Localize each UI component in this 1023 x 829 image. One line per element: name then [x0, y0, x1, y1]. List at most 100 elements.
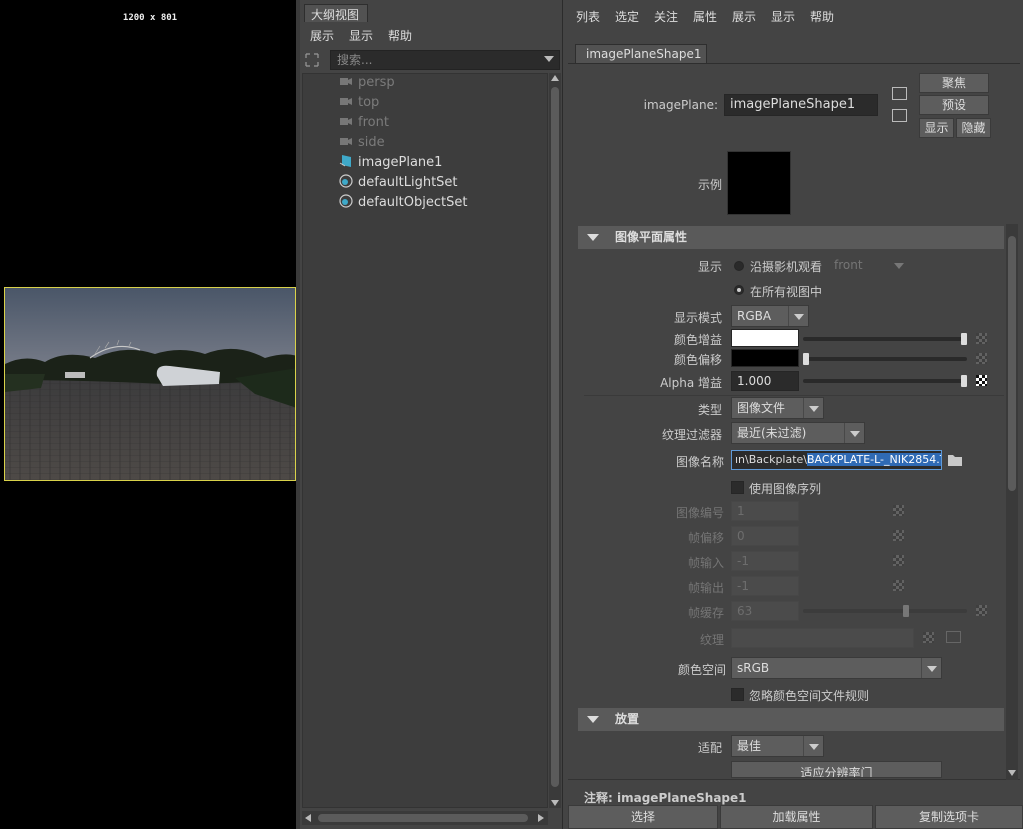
scroll-left-icon[interactable]: [305, 814, 311, 822]
camera-icon: [340, 118, 352, 125]
attribute-editor-vertical-scrollbar[interactable]: [1006, 224, 1018, 780]
alpha-gain-label: Alpha 增益: [660, 376, 722, 390]
node-name-field[interactable]: imagePlaneShape1: [724, 94, 878, 116]
filter-icon[interactable]: [304, 52, 320, 68]
outliner-item-label: front: [358, 115, 389, 130]
copy-tab-button[interactable]: 复制选项卡: [875, 805, 1023, 829]
search-dropdown-icon[interactable]: [544, 56, 554, 62]
type-dropdown[interactable]: 图像文件: [731, 397, 824, 419]
ae-menu-display[interactable]: 展示: [732, 8, 756, 25]
image-name-label: 图像名称: [675, 455, 724, 469]
tab-outliner[interactable]: 大纲视图: [304, 4, 368, 22]
outliner-horizontal-scrollbar[interactable]: [302, 811, 548, 825]
attribute-editor-scroll-thumb[interactable]: [1008, 236, 1016, 491]
slider-handle[interactable]: [803, 353, 809, 365]
ae-menu-selected[interactable]: 选定: [615, 8, 639, 25]
display-mode-dropdown[interactable]: RGBA: [731, 305, 809, 327]
image-plane-icon: [339, 155, 351, 167]
outliner-list[interactable]: persp top front side imagePlane1 default…: [302, 73, 548, 808]
ae-menu-focus[interactable]: 关注: [654, 8, 678, 25]
outliner-menu-display[interactable]: 展示: [310, 27, 334, 44]
color-offset-slider[interactable]: [803, 353, 967, 365]
outliner-menu-show[interactable]: 显示: [349, 27, 373, 44]
outliner-item-side[interactable]: side: [339, 134, 385, 154]
slider-handle[interactable]: [961, 375, 967, 387]
display-mode-label: 显示模式: [673, 311, 722, 325]
section-title: 图像平面属性: [615, 230, 688, 244]
outliner-vertical-scroll-thumb[interactable]: [551, 87, 559, 787]
tab-imageplaneshape1[interactable]: imagePlaneShape1: [575, 44, 707, 64]
image-name-field[interactable]: ın\Backplate\BACKPLATE-L-_NIK2854.TIF: [731, 450, 942, 470]
ae-menu-attributes[interactable]: 属性: [693, 8, 717, 25]
use-image-sequence-checkbox[interactable]: [731, 481, 744, 494]
scroll-right-icon[interactable]: [538, 814, 544, 822]
collapse-triangle-icon: [587, 716, 599, 723]
search-input[interactable]: [330, 50, 560, 70]
outliner-menu-help[interactable]: 帮助: [388, 27, 412, 44]
outliner-item-imageplane1[interactable]: imagePlane1: [339, 154, 442, 174]
map-texture-icon[interactable]: [976, 353, 987, 364]
ignore-color-space-rules-checkbox[interactable]: [731, 688, 744, 701]
color-offset-label: 颜色偏移: [673, 353, 722, 367]
image-name-path: ın\Backplate\: [735, 453, 808, 466]
scroll-down-icon[interactable]: [1008, 770, 1016, 776]
outliner-item-defaultobjectset[interactable]: defaultObjectSet: [339, 194, 467, 214]
color-gain-label: 颜色增益: [673, 333, 722, 347]
map-texture-icon: [923, 632, 934, 643]
presets-button[interactable]: 预设: [919, 95, 989, 115]
map-texture-icon: [893, 555, 904, 566]
output-connections-icon[interactable]: [892, 109, 907, 122]
color-gain-swatch[interactable]: [731, 329, 799, 347]
texture-field: [731, 628, 914, 648]
alpha-gain-slider[interactable]: [803, 375, 967, 387]
texture-filter-dropdown[interactable]: 最近(未过滤): [731, 422, 865, 444]
frame-offset-field: 0: [731, 526, 799, 546]
scroll-down-icon[interactable]: [551, 800, 559, 806]
color-space-dropdown[interactable]: sRGB: [731, 657, 942, 679]
fit-dropdown[interactable]: 最佳: [731, 735, 824, 757]
chevron-down-icon: [788, 306, 808, 326]
show-button[interactable]: 显示: [919, 118, 954, 138]
outliner-item-persp[interactable]: persp: [339, 74, 395, 94]
outliner-item-defaultlightset[interactable]: defaultLightSet: [339, 174, 458, 194]
radio-in-all-views[interactable]: [734, 285, 744, 295]
slider-handle[interactable]: [961, 333, 967, 345]
outliner-item-front[interactable]: front: [339, 114, 389, 134]
texture-filter-label: 纹理过滤器: [661, 428, 722, 442]
sample-label: 示例: [697, 178, 722, 192]
radio-looking-through-camera[interactable]: [734, 261, 744, 271]
color-gain-slider[interactable]: [803, 333, 967, 345]
frame-offset-label: 帧偏移: [687, 531, 724, 545]
map-texture-icon[interactable]: [976, 375, 987, 386]
outliner-item-top[interactable]: top: [339, 94, 379, 114]
scroll-up-icon[interactable]: [551, 75, 559, 81]
viewport-panel[interactable]: 1200 x 801: [0, 0, 300, 829]
attribute-editor-button-bar: 选择 加载属性 复制选项卡: [568, 805, 1023, 829]
fit-to-resolution-gate-button[interactable]: 适应分辨率门: [731, 761, 942, 778]
texture-filter-value: 最近(未过滤): [737, 426, 807, 440]
go-to-node-icon: [946, 631, 961, 643]
frame-out-label: 帧输出: [687, 581, 724, 595]
tab-divider: [568, 63, 1020, 64]
folder-icon[interactable]: [947, 453, 963, 467]
outliner-item-label: imagePlane1: [358, 155, 443, 170]
outliner-vertical-scrollbar[interactable]: [549, 73, 561, 808]
color-offset-swatch[interactable]: [731, 349, 799, 367]
section-image-plane-attributes[interactable]: 图像平面属性: [578, 226, 1004, 249]
ae-menu-help[interactable]: 帮助: [810, 8, 834, 25]
alpha-gain-field[interactable]: 1.000: [731, 371, 799, 391]
frame-cache-field: 63: [731, 601, 799, 621]
section-placement[interactable]: 放置: [578, 708, 1004, 731]
input-connections-icon[interactable]: [892, 87, 907, 100]
map-texture-icon[interactable]: [976, 333, 987, 344]
image-plane-backplate[interactable]: [4, 287, 296, 481]
outliner-horizontal-scroll-thumb[interactable]: [318, 814, 528, 822]
ae-menu-show[interactable]: 显示: [771, 8, 795, 25]
chevron-down-icon: [921, 658, 941, 678]
load-attributes-button[interactable]: 加载属性: [720, 805, 873, 829]
ae-menu-list[interactable]: 列表: [576, 8, 600, 25]
outliner-item-label: side: [358, 135, 385, 150]
select-button[interactable]: 选择: [568, 805, 718, 829]
focus-button[interactable]: 聚焦: [919, 73, 989, 93]
hide-button[interactable]: 隐藏: [956, 118, 991, 138]
